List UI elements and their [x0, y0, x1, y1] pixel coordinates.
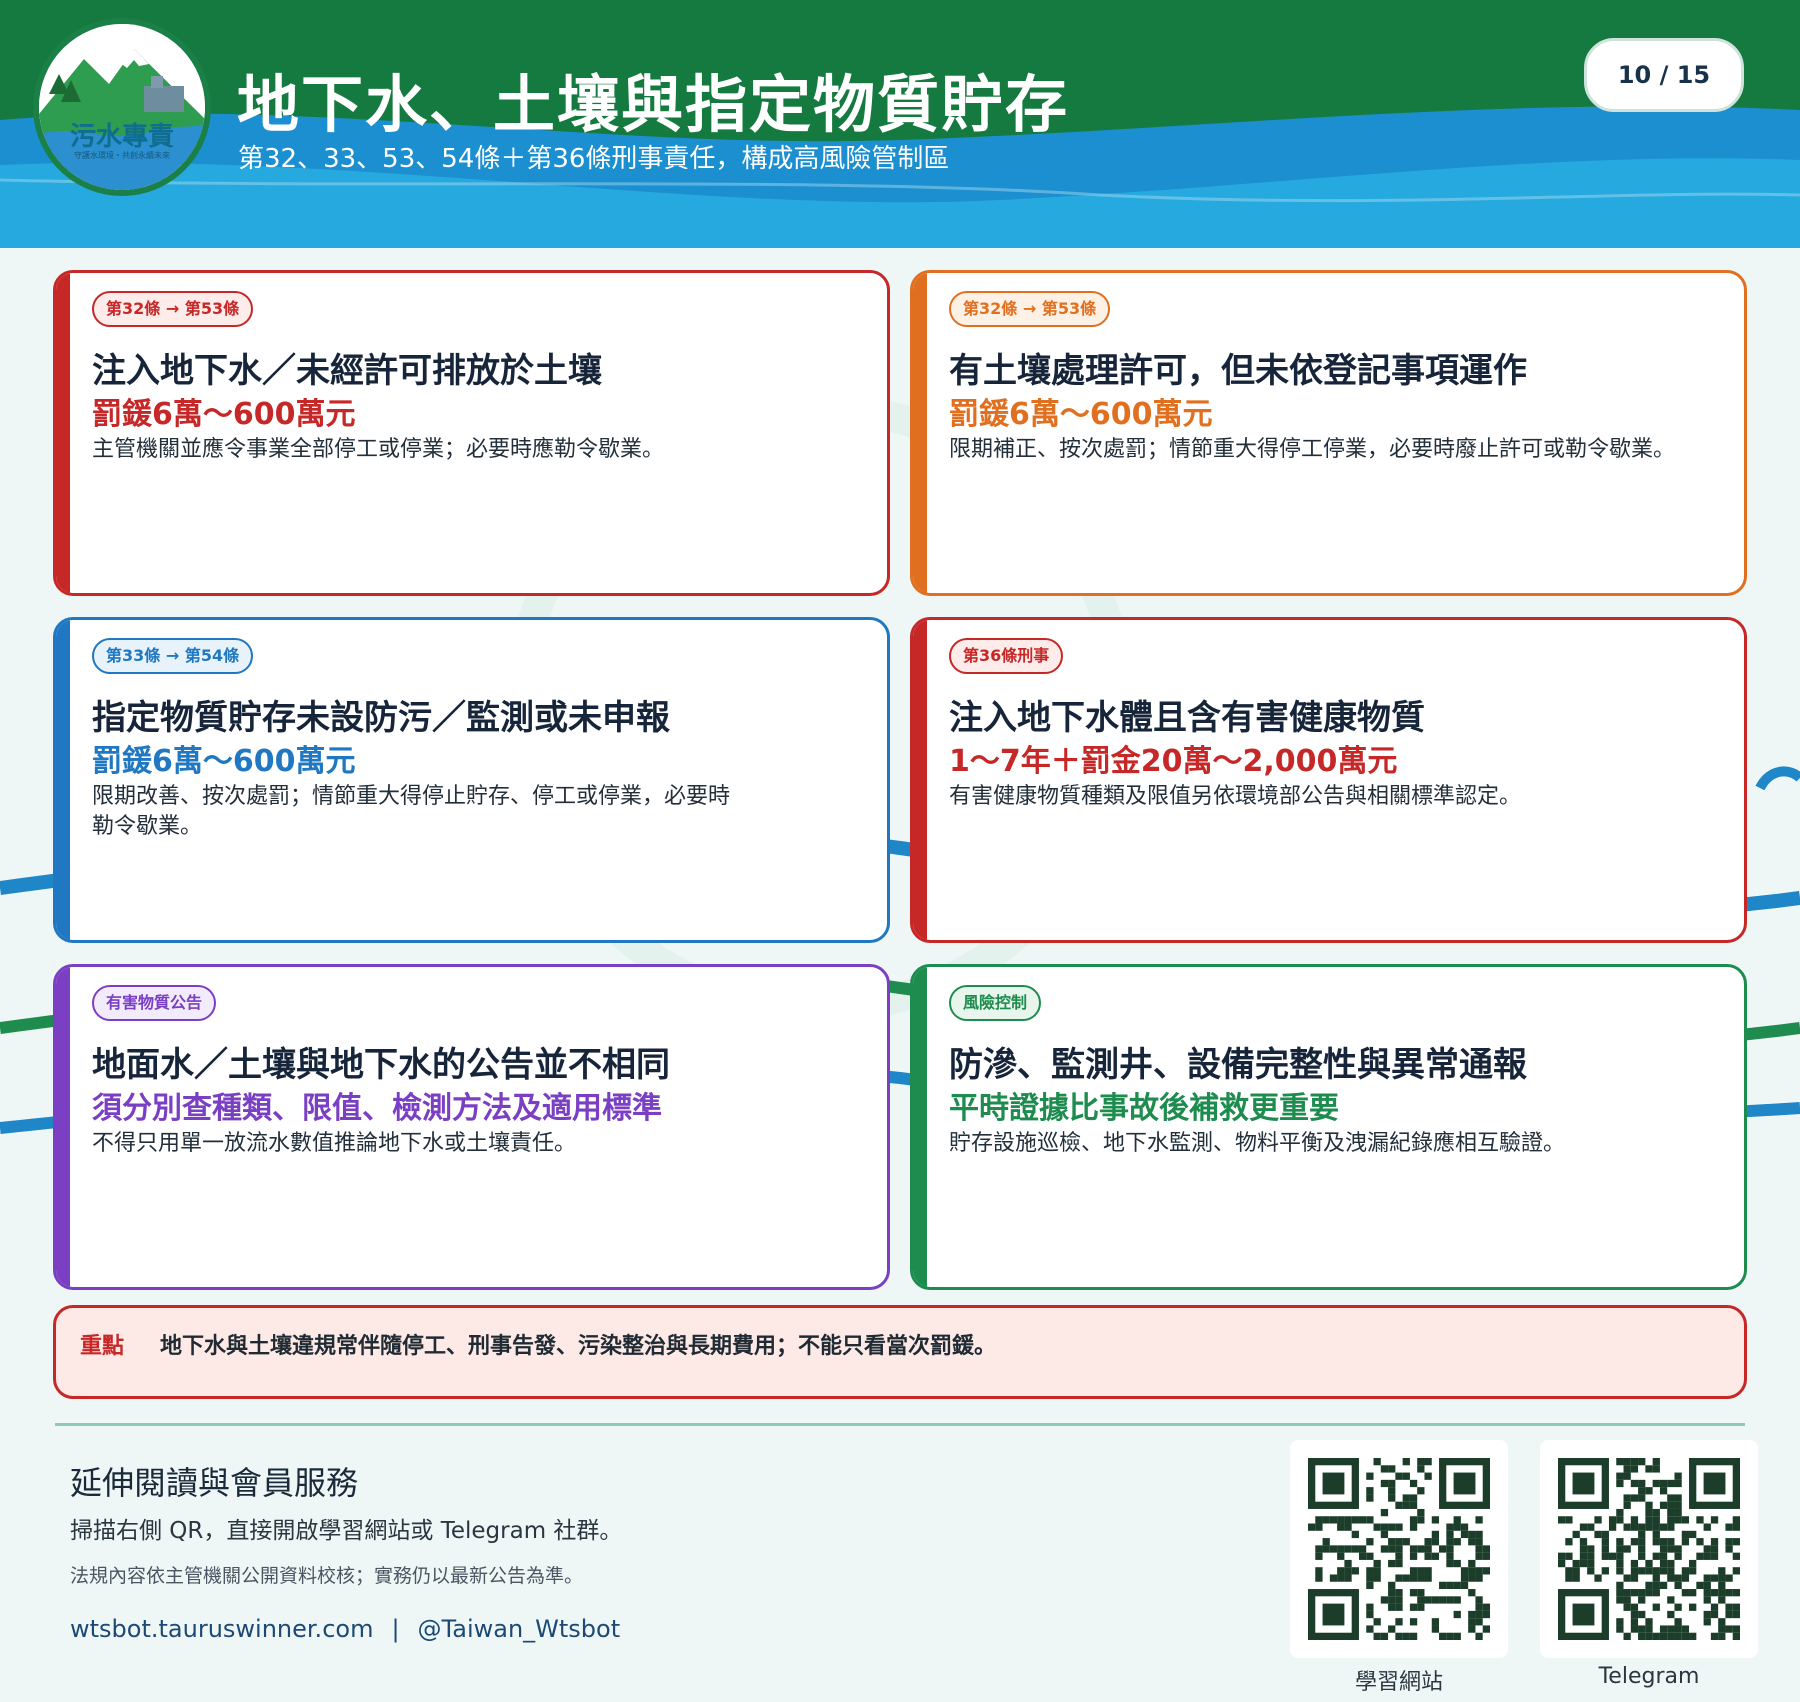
card-title: 有土壤處理許可，但未依登記事項運作: [949, 351, 1527, 391]
card-title: 地面水／土壤與地下水的公告並不相同: [92, 1045, 670, 1085]
card-accent-bar: [913, 620, 927, 940]
article-tag: 第32條 → 第53條: [949, 291, 1111, 327]
logo: 污水專責 守護水環境・共創永續未來: [33, 18, 211, 196]
page-subtitle: 第32、33、53、54條＋第36條刑事責任，構成高風險管制區: [238, 144, 950, 174]
card-penalty: 罰鍰6萬～600萬元: [92, 397, 356, 432]
card-accent-bar: [56, 273, 70, 593]
page-title: 地下水、土壤與指定物質貯存: [237, 68, 1070, 141]
card-hazardous-substance-notice: 有害物質公告 地面水／土壤與地下水的公告並不相同 須分別查種類、限值、檢測方法及…: [53, 964, 890, 1290]
card-penalty: 罰鍰6萬～600萬元: [949, 397, 1213, 432]
footer-divider: [55, 1423, 1745, 1426]
card-criminal-liability: 第36條刑事 注入地下水體且含有害健康物質 1～7年＋罰金20萬～2,000萬元…: [910, 617, 1747, 943]
link-separator: |: [391, 1615, 400, 1643]
card-title: 注入地下水／未經許可排放於土壤: [92, 351, 602, 391]
mountain-logo-icon: [39, 24, 205, 190]
article-tag: 風險控制: [949, 985, 1042, 1021]
website-link[interactable]: wtsbot.tauruswinner.com: [70, 1615, 373, 1643]
keypoint-label: 重點: [80, 1334, 125, 1359]
card-title: 注入地下水體且含有害健康物質: [949, 698, 1425, 738]
card-penalty: 1～7年＋罰金20萬～2,000萬元: [949, 744, 1398, 779]
card-accent-bar: [913, 967, 927, 1287]
keypoint-banner: 重點 地下水與土壤違規常伴隨停工、刑事告發、污染整治與長期費用；不能只看當次罰鍰…: [53, 1305, 1747, 1399]
card-description: 不得只用單一放流水數值推論地下水或土壤責任。: [92, 1131, 577, 1156]
footer-note: 法規內容依主管機關公開資料校核；實務仍以最新公告為準。: [70, 1565, 584, 1587]
article-tag: 第32條 → 第53條: [92, 291, 254, 327]
card-description: 限期改善、按次處罰；情節重大得停止貯存、停工或停業，必要時勒令歇業。: [92, 784, 731, 839]
logo-title: 污水專責: [69, 122, 174, 152]
qr-code-telegram[interactable]: [1540, 1440, 1758, 1658]
article-tag: 第33條 → 第54條: [92, 638, 254, 674]
footer-links: wtsbot.tauruswinner.com | @Taiwan_Wtsbot: [70, 1615, 620, 1643]
qr-label-telegram: Telegram: [1598, 1664, 1700, 1689]
card-description: 限期補正、按次處罰；情節重大得停工停業，必要時廢止許可或勒令歇業。: [949, 437, 1676, 462]
telegram-link[interactable]: @Taiwan_Wtsbot: [418, 1615, 621, 1643]
card-penalty: 平時證據比事故後補救更重要: [949, 1091, 1339, 1126]
card-title: 防滲、監測井、設備完整性與異常通報: [949, 1045, 1527, 1085]
card-description: 主管機關並應令事業全部停工或停業；必要時應勒令歇業。: [92, 437, 665, 462]
page-header: 污水專責 守護水環境・共創永續未來 地下水、土壤與指定物質貯存 第32、33、5…: [0, 0, 1800, 248]
card-description: 有害健康物質種類及限值另依環境部公告與相關標準認定。: [949, 784, 1522, 809]
card-soil-permit-operation: 第32條 → 第53條 有土壤處理許可，但未依登記事項運作 罰鍰6萬～600萬元…: [910, 270, 1747, 596]
card-penalty: 罰鍰6萬～600萬元: [92, 744, 356, 779]
card-penalty: 須分別查種類、限值、檢測方法及適用標準: [92, 1091, 662, 1126]
qr-label-website: 學習網站: [1354, 1670, 1443, 1695]
logo-tagline: 守護水環境・共創永續未來: [74, 151, 170, 160]
qr-code-icon: [1308, 1458, 1490, 1640]
card-accent-bar: [56, 620, 70, 940]
article-tag: 第36條刑事: [949, 638, 1064, 674]
card-accent-bar: [56, 967, 70, 1287]
card-designated-substance-storage: 第33條 → 第54條 指定物質貯存未設防污／監測或未申報 罰鍰6萬～600萬元…: [53, 617, 890, 943]
card-description: 貯存設施巡檢、地下水監測、物料平衡及洩漏紀錄應相互驗證。: [949, 1131, 1566, 1156]
article-tag: 有害物質公告: [92, 985, 217, 1021]
card-groundwater-injection: 第32條 → 第53條 注入地下水／未經許可排放於土壤 罰鍰6萬～600萬元 主…: [53, 270, 890, 596]
footer-title: 延伸閱讀與會員服務: [70, 1464, 359, 1502]
card-accent-bar: [913, 273, 927, 593]
card-title: 指定物質貯存未設防污／監測或未申報: [92, 698, 670, 738]
footer-description: 掃描右側 QR，直接開啟學習網站或 Telegram 社群。: [70, 1518, 623, 1544]
keypoint-text: 地下水與土壤違規常伴隨停工、刑事告發、污染整治與長期費用；不能只看當次罰鍰。: [160, 1334, 997, 1359]
card-risk-control: 風險控制 防滲、監測井、設備完整性與異常通報 平時證據比事故後補救更重要 貯存設…: [910, 964, 1747, 1290]
page-indicator: 10 / 15: [1584, 38, 1744, 112]
qr-code-website[interactable]: [1290, 1440, 1508, 1658]
qr-code-icon: [1558, 1458, 1740, 1640]
